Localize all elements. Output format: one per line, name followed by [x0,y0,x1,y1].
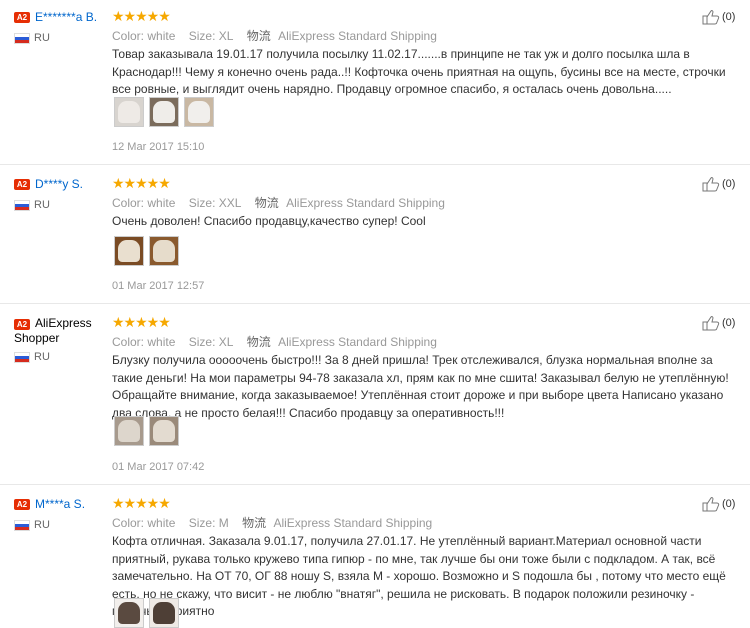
review-text: Очень доволен! Спасибо продавцу,качество… [112,214,426,228]
review-photo-thumbnail[interactable] [149,236,179,266]
color-label: Color: [112,335,145,349]
size-label: Size: [188,196,216,210]
buyer-name[interactable]: D****y S. [35,177,83,191]
review-photos [114,236,179,266]
review-text: Товар заказывала 19.01.17 получила посыл… [112,47,726,96]
helpful-count: (0) [722,178,736,190]
shipping-method: AliExpress Standard Shipping [278,335,437,349]
order-info: Color: white Size: XXL 物流 AliExpress Sta… [112,194,445,211]
thumbs-up-icon [702,316,720,331]
review-photo-thumbnail[interactable] [114,97,144,127]
star-rating: ★★★★★ [112,175,171,191]
buyer-level-badge: A2 [14,499,30,510]
helpful-count: (0) [722,498,736,510]
shipping-method: AliExpress Standard Shipping [286,196,445,210]
order-info: Color: white Size: XL 物流 AliExpress Stan… [112,27,437,44]
buyer-country: RU [34,32,50,44]
buyer-country: RU [34,199,50,211]
review-divider [0,484,750,485]
star-rating: ★★★★★ [112,495,171,511]
helpful-button[interactable]: (0) [702,176,735,192]
shipping-icon: 物流 [254,196,279,210]
helpful-button[interactable]: (0) [702,315,735,331]
buyer-name[interactable]: E*******a B. [35,10,97,24]
color-value: white [147,335,176,349]
buyer-name[interactable]: AliExpress Shopper [14,316,104,346]
review-photo-thumbnail[interactable] [184,97,214,127]
buyer-level-badge: A2 [14,12,30,23]
helpful-button[interactable]: (0) [702,9,735,25]
color-value: white [147,516,176,530]
buyer-country: RU [34,519,50,531]
size-label: Size: [188,335,216,349]
thumbs-up-icon [702,10,720,25]
shipping-method: AliExpress Standard Shipping [278,29,437,43]
buyer-country: RU [34,351,50,363]
shipping-icon: 物流 [246,335,271,349]
shipping-icon: 物流 [246,29,271,43]
russia-flag-icon [14,352,30,363]
buyer-level-badge: A2 [14,179,30,190]
size-label: Size: [188,516,216,530]
review-date: 12 Mar 2017 15:10 [112,141,205,153]
review-divider [0,164,750,165]
thumbs-up-icon [702,177,720,192]
order-info: Color: white Size: XL 物流 AliExpress Stan… [112,333,437,350]
helpful-count: (0) [722,317,736,329]
review-photos [114,598,179,628]
color-label: Color: [112,516,145,530]
star-rating: ★★★★★ [112,314,171,330]
size-label: Size: [188,29,216,43]
review-photo-thumbnail[interactable] [149,97,179,127]
review-text: Блузку получила ооооочень быстро!!! За 8… [112,353,729,420]
buyer-name[interactable]: M****a S. [35,497,85,511]
star-rating: ★★★★★ [112,8,171,24]
color-label: Color: [112,196,145,210]
shipping-method: AliExpress Standard Shipping [273,516,433,530]
order-info: Color: white Size: M 物流 AliExpress Stand… [112,514,432,531]
review-photo-thumbnail[interactable] [114,598,144,628]
review-date: 01 Mar 2017 07:42 [112,461,205,473]
review-date: 01 Mar 2017 12:57 [112,280,205,292]
review-photo-thumbnail[interactable] [149,598,179,628]
size-value: XXL [218,196,242,210]
size-value: M [218,516,229,530]
helpful-button[interactable]: (0) [702,496,735,512]
size-value: XL [218,29,234,43]
review-photo-thumbnail[interactable] [114,236,144,266]
russia-flag-icon [14,520,30,531]
review-photo-thumbnail[interactable] [149,416,179,446]
helpful-count: (0) [722,11,736,23]
shipping-icon: 物流 [242,516,267,530]
review-photos [114,97,214,127]
review-text: Кофта отличная. Заказала 9.01.17, получи… [112,534,726,618]
thumbs-up-icon [702,497,720,512]
color-value: white [147,196,176,210]
color-value: white [147,29,176,43]
review-photos [114,416,179,446]
russia-flag-icon [14,200,30,211]
review-divider [0,303,750,304]
russia-flag-icon [14,33,30,44]
size-value: XL [218,335,234,349]
color-label: Color: [112,29,145,43]
review-photo-thumbnail[interactable] [114,416,144,446]
